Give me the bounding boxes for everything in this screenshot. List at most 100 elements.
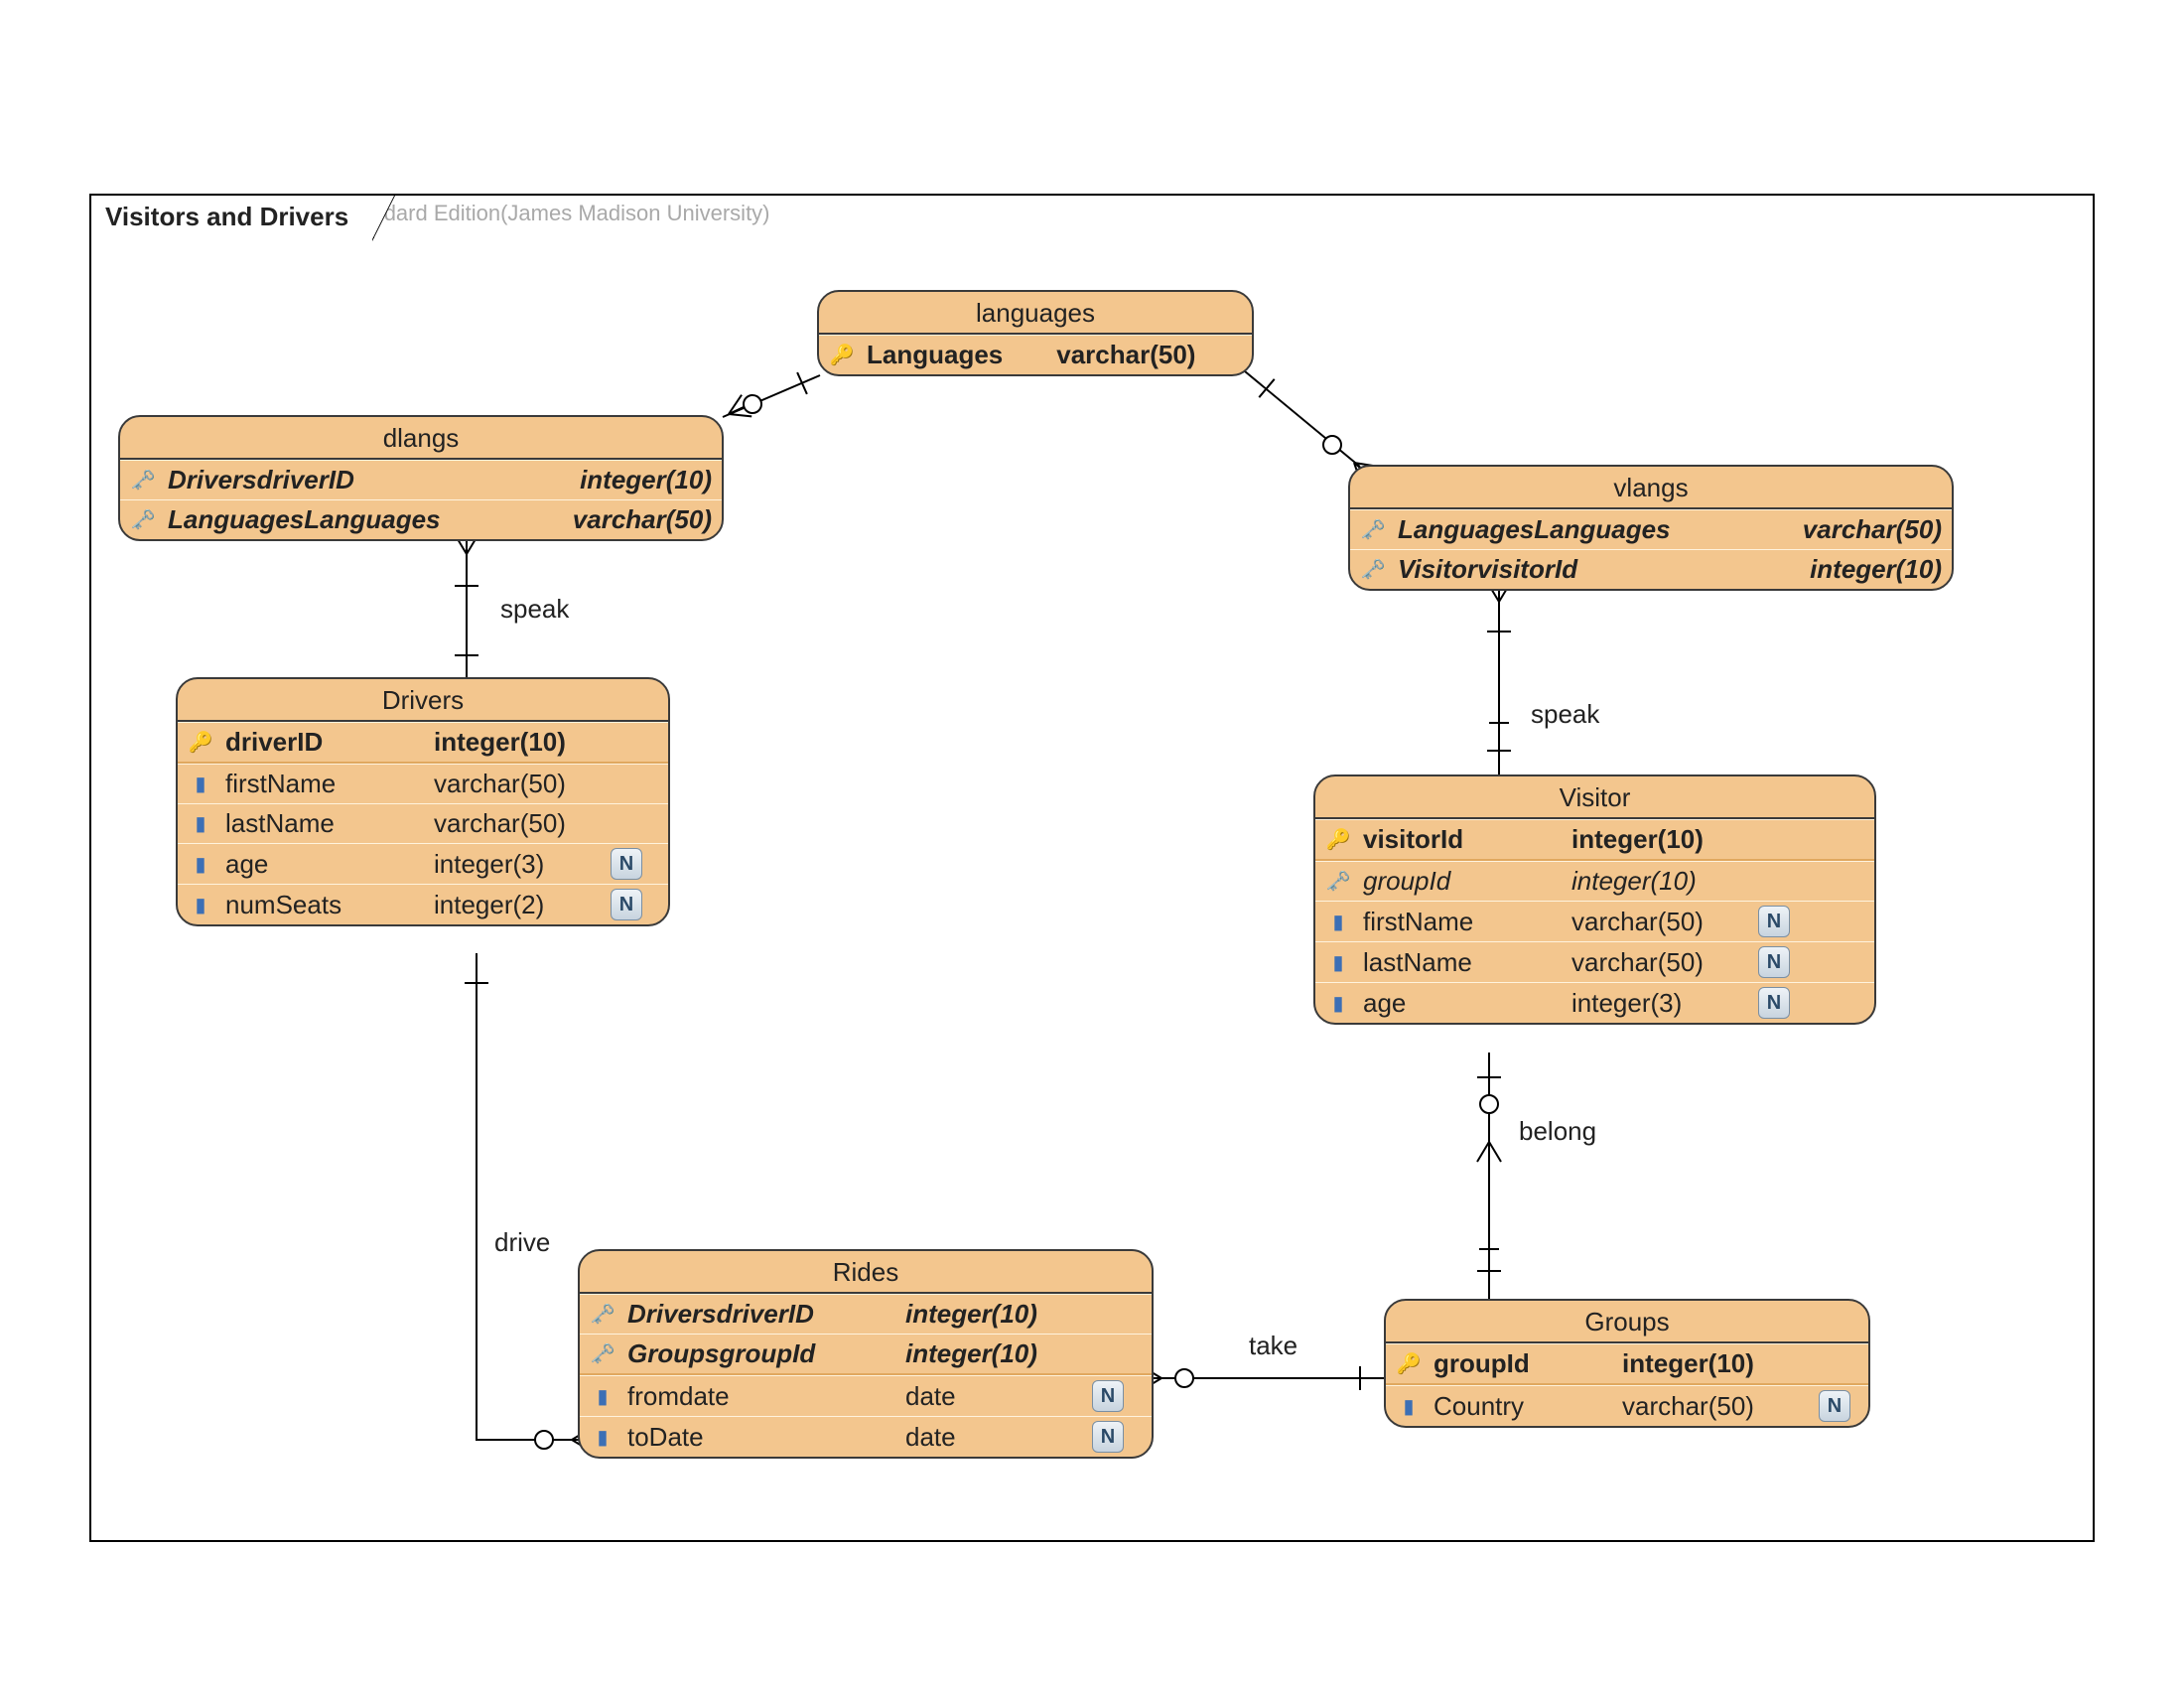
fk-icon: 🗝️: [588, 1339, 617, 1369]
fk-icon: 🗝️: [588, 1300, 617, 1330]
col-type: integer(10): [1542, 824, 1740, 855]
col-name: Country: [1433, 1391, 1572, 1422]
table-row: ▮ firstName varchar(50): [178, 764, 668, 803]
col-name: age: [225, 849, 384, 880]
nullable-badge: N: [1758, 946, 1790, 978]
entity-dlangs[interactable]: dlangs 🗝️ DriversdriverID integer(10) 🗝️…: [118, 415, 724, 541]
entity-groups[interactable]: Groups 🔑 groupId integer(10) ▮ Country v…: [1384, 1299, 1870, 1428]
table-row: ▮ toDate date N: [580, 1416, 1152, 1457]
col-type: varchar(50): [404, 808, 593, 839]
table-row: 🗝️ LanguagesLanguages varchar(50): [120, 499, 722, 539]
table-row: 🔑 Languages varchar(50): [819, 335, 1252, 374]
table-row: ▮ numSeats integer(2) N: [178, 884, 668, 924]
nullable-badge: N: [1758, 987, 1790, 1019]
col-type: varchar(50): [1026, 340, 1195, 370]
entity-drivers[interactable]: Drivers 🔑 driverID integer(10) ▮ firstNa…: [176, 677, 670, 926]
entity-languages[interactable]: languages 🔑 Languages varchar(50): [817, 290, 1254, 376]
col-type: integer(3): [404, 849, 593, 880]
col-type: varchar(50): [404, 769, 593, 799]
column-icon: ▮: [1323, 988, 1353, 1018]
table-row: ▮ age integer(3) N: [178, 843, 668, 884]
table-row: ▮ Country varchar(50) N: [1386, 1385, 1868, 1426]
table-row: 🗝️ DriversdriverID integer(10): [580, 1294, 1152, 1334]
pk-icon: 🔑: [186, 728, 215, 758]
entity-title: Rides: [580, 1251, 1152, 1294]
nullable-badge: N: [611, 848, 642, 880]
col-name: lastName: [1363, 947, 1522, 978]
nullable-badge: N: [1819, 1390, 1850, 1422]
table-row: 🗝️ LanguagesLanguages varchar(50): [1350, 509, 1952, 549]
col-name: fromdate: [627, 1381, 856, 1412]
column-icon: ▮: [1323, 907, 1353, 936]
entity-title: vlangs: [1350, 467, 1952, 509]
rel-label-belong: belong: [1519, 1116, 1596, 1147]
column-icon: ▮: [1394, 1391, 1424, 1421]
pk-icon: 🔑: [1323, 825, 1353, 855]
column-icon: ▮: [186, 770, 215, 799]
nullable-badge: N: [611, 889, 642, 920]
entity-rides[interactable]: Rides 🗝️ DriversdriverID integer(10) 🗝️ …: [578, 1249, 1154, 1459]
col-type: varchar(50): [1592, 1391, 1801, 1422]
entity-title: Groups: [1386, 1301, 1868, 1343]
table-row: 🗝️ groupId integer(10): [1315, 861, 1874, 901]
pk-icon: 🔑: [1394, 1349, 1424, 1379]
col-type: date: [876, 1381, 1074, 1412]
col-type: integer(10): [876, 1299, 1074, 1330]
entity-title: languages: [819, 292, 1252, 335]
table-row: ▮ firstName varchar(50) N: [1315, 901, 1874, 941]
col-name: visitorId: [1363, 824, 1522, 855]
col-type: varchar(50): [1542, 907, 1740, 937]
entity-title: Visitor: [1315, 776, 1874, 819]
col-type: integer(10): [1592, 1348, 1801, 1379]
fk-icon: 🗝️: [128, 466, 158, 495]
entity-vlangs[interactable]: vlangs 🗝️ LanguagesLanguages varchar(50)…: [1348, 465, 1954, 591]
nullable-badge: N: [1092, 1421, 1124, 1453]
col-name: groupId: [1433, 1348, 1572, 1379]
column-icon: ▮: [588, 1381, 617, 1411]
col-type: varchar(50): [1542, 947, 1740, 978]
fk-icon: 🗝️: [128, 505, 158, 535]
diagram-canvas: Visual Paradigm for UML Standard Edition…: [0, 0, 2184, 1688]
nullable-badge: N: [1758, 906, 1790, 937]
col-name: toDate: [627, 1422, 856, 1453]
col-type: integer(10): [1780, 554, 1942, 585]
rel-label-take: take: [1249, 1331, 1297, 1361]
frame-title: Visitors and Drivers: [89, 194, 374, 238]
table-row: 🗝️ DriversdriverID integer(10): [120, 460, 722, 499]
col-name: Languages: [867, 340, 1003, 370]
table-row: 🔑 visitorId integer(10): [1315, 819, 1874, 859]
col-name: numSeats: [225, 890, 384, 920]
fk-icon: 🗝️: [1358, 555, 1388, 585]
col-type: integer(10): [404, 727, 593, 758]
column-icon: ▮: [186, 849, 215, 879]
col-type: integer(2): [404, 890, 593, 920]
table-row: ▮ fromdate date N: [580, 1375, 1152, 1416]
column-icon: ▮: [1323, 947, 1353, 977]
col-name: driverID: [225, 727, 384, 758]
col-name: DriversdriverID: [168, 465, 462, 495]
col-name: lastName: [225, 808, 384, 839]
table-row: ▮ lastName varchar(50): [178, 803, 668, 843]
table-row: 🗝️ GroupsgroupId integer(10): [580, 1334, 1152, 1373]
rel-label-drive: drive: [494, 1227, 550, 1258]
col-name: DriversdriverID: [627, 1299, 856, 1330]
table-row: ▮ lastName varchar(50) N: [1315, 941, 1874, 982]
col-type: integer(10): [876, 1338, 1074, 1369]
fk-icon: 🗝️: [1323, 867, 1353, 897]
col-name: firstName: [1363, 907, 1522, 937]
col-type: date: [876, 1422, 1074, 1453]
col-type: integer(10): [550, 465, 712, 495]
fk-icon: 🗝️: [1358, 515, 1388, 545]
col-type: integer(3): [1542, 988, 1740, 1019]
col-name: LanguagesLanguages: [1398, 514, 1696, 545]
col-name: LanguagesLanguages: [168, 504, 462, 535]
table-row: 🔑 driverID integer(10): [178, 722, 668, 762]
col-name: age: [1363, 988, 1522, 1019]
col-name: VisitorvisitorId: [1398, 554, 1696, 585]
column-icon: ▮: [186, 890, 215, 919]
col-name: firstName: [225, 769, 384, 799]
entity-title: Drivers: [178, 679, 668, 722]
col-name: GroupsgroupId: [627, 1338, 856, 1369]
entity-visitor[interactable]: Visitor 🔑 visitorId integer(10) 🗝️ group…: [1313, 774, 1876, 1025]
nullable-badge: N: [1092, 1380, 1124, 1412]
